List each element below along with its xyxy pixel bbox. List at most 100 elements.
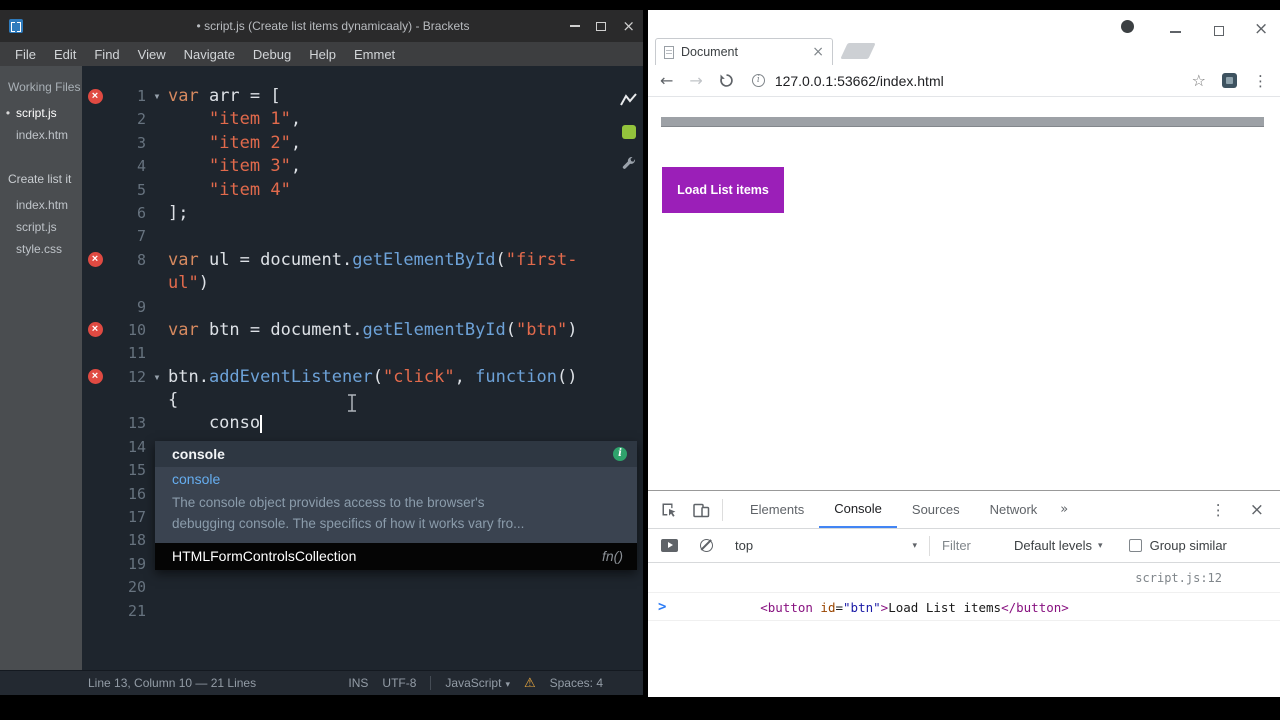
project-name[interactable]: Create list it (0, 146, 82, 194)
load-list-items-button[interactable]: Load List items (662, 167, 784, 213)
devtools-menu-icon[interactable]: ⋮ (1211, 501, 1226, 519)
code-line[interactable]: 11 (82, 342, 615, 365)
device-toolbar-icon[interactable] (692, 501, 710, 519)
menu-item-emmet[interactable]: Emmet (345, 47, 404, 62)
devtools-close-icon[interactable]: × (1250, 500, 1264, 520)
autocomplete-selected-item[interactable]: console i (155, 441, 637, 467)
code-editor[interactable]: × 1 ▾ var arr = [2 "item 1", 3 "item 2", 4 "i… (82, 66, 643, 670)
group-similar-checkbox[interactable] (1128, 539, 1142, 552)
code-line[interactable]: × 8 var ul = document.getElementById("firs… (82, 249, 615, 272)
statusbar: Line 13, Column 10 — 21 Lines INS UTF-8 … (0, 670, 643, 695)
gutter-error-cell (82, 600, 108, 623)
browser-tab[interactable]: Document × (655, 38, 833, 65)
autocomplete-footer-item[interactable]: HTMLFormControlsCollection fn() (155, 543, 637, 570)
maximize-button[interactable] (596, 21, 607, 31)
info-icon[interactable]: i (613, 447, 627, 461)
working-file-item[interactable]: index.htm (0, 124, 82, 146)
code-line[interactable]: 20 (82, 576, 615, 599)
gutter-error-cell (82, 389, 108, 412)
encoding[interactable]: UTF-8 (382, 676, 416, 690)
gutter-error-cell (82, 506, 108, 529)
browser-maximize-button[interactable] (1214, 26, 1224, 36)
insert-mode[interactable]: INS (348, 676, 368, 690)
navigation-toolbar: ← → i 127.0.0.1:53662/index.html ☆ ⋮ (648, 65, 1280, 97)
code-line[interactable]: 4 "item 3", (82, 155, 615, 178)
gutter-error-cell: × (82, 366, 108, 389)
devtools-tab-sources[interactable]: Sources (897, 491, 975, 528)
browser-topbar[interactable]: × (648, 10, 1280, 38)
code-line[interactable]: 6]; (82, 202, 615, 225)
forward-icon[interactable]: → (689, 71, 702, 90)
code-line[interactable]: 21 (82, 600, 615, 623)
reload-icon[interactable] (719, 73, 734, 88)
fold-arrow-icon[interactable]: ▾ (146, 366, 168, 389)
brackets-titlebar[interactable]: • script.js (Create list items dynamicaa… (0, 10, 643, 42)
log-levels-selector[interactable]: Default levels ▾ (1014, 538, 1103, 553)
menu-item-edit[interactable]: Edit (45, 47, 85, 62)
gutter-error-cell (82, 272, 108, 295)
lint-warning-icon[interactable]: ⚠ (524, 676, 536, 691)
fold-arrow-icon[interactable]: ▾ (146, 85, 168, 108)
spaces-setting[interactable]: Spaces: 4 (550, 676, 603, 690)
line-number: 21 (127, 601, 146, 620)
menu-item-view[interactable]: View (129, 47, 175, 62)
profile-icon[interactable] (1121, 20, 1134, 33)
devtools-tab-elements[interactable]: Elements (735, 491, 819, 528)
bookmark-star-icon[interactable]: ☆ (1192, 71, 1206, 90)
code-line[interactable]: 2 "item 1", (82, 108, 615, 131)
menu-item-file[interactable]: File (6, 47, 45, 62)
clear-console-icon[interactable] (700, 539, 713, 552)
code-line[interactable]: 9 (82, 296, 615, 319)
gutter-error-cell (82, 296, 108, 319)
gutter-error-cell (82, 436, 108, 459)
log-source-link[interactable]: script.js:12 (1135, 563, 1222, 593)
browser-minimize-button[interactable] (1170, 31, 1181, 33)
minimize-button[interactable] (570, 25, 581, 27)
project-file-item[interactable]: style.css (0, 238, 82, 260)
context-selector[interactable]: top ▾ (735, 538, 917, 553)
language-selector[interactable]: JavaScript ▾ (445, 676, 510, 690)
back-icon[interactable]: ← (660, 71, 673, 90)
close-button[interactable]: × (622, 18, 635, 34)
fold-gutter-cell (146, 108, 168, 131)
inspect-element-icon[interactable] (660, 501, 678, 519)
menu-item-find[interactable]: Find (85, 47, 128, 62)
code-line[interactable]: 5 "item 4" (82, 179, 615, 202)
code-line[interactable]: × 12 ▾ btn.addEventListener("click", functi… (82, 366, 615, 389)
line-number: 5 (136, 180, 146, 199)
error-icon: × (87, 252, 103, 268)
project-file-item[interactable]: index.htm (0, 194, 82, 216)
project-file-item[interactable]: script.js (0, 216, 82, 238)
wrench-icon[interactable] (621, 156, 637, 172)
console-sidebar-icon[interactable] (661, 539, 678, 552)
code-line[interactable]: × 1 ▾ var arr = [ (82, 85, 615, 108)
filter-input[interactable] (942, 538, 1004, 553)
extension-manager-icon[interactable] (622, 125, 636, 139)
browser-menu-icon[interactable]: ⋮ (1253, 72, 1268, 90)
console-log-row[interactable]: <button id="btn">Load List items</button… (648, 563, 1280, 615)
menu-item-debug[interactable]: Debug (244, 47, 300, 62)
devtools-tab-console[interactable]: Console (819, 491, 897, 528)
devtools-tab-network[interactable]: Network (975, 491, 1053, 528)
page-gray-bar (661, 117, 1264, 127)
address-bar[interactable]: 127.0.0.1:53662/index.html (775, 73, 944, 89)
code-line[interactable]: 3 "item 2", (82, 132, 615, 155)
browser-close-button[interactable]: × (1254, 21, 1268, 38)
devtools-tabs: Elements Console Sources Network (735, 491, 1052, 528)
menu-item-help[interactable]: Help (300, 47, 345, 62)
menu-item-navigate[interactable]: Navigate (175, 47, 244, 62)
code-line[interactable]: × 10 var btn = document.getElementById("bt… (82, 319, 615, 342)
more-tabs-icon[interactable]: » (1052, 502, 1076, 517)
working-file-item[interactable]: • script.js (0, 102, 82, 124)
code-line[interactable]: ul") (82, 272, 615, 295)
code-line[interactable]: 7 (82, 225, 615, 248)
tab-close-icon[interactable]: × (812, 45, 824, 59)
new-tab-button[interactable] (840, 43, 876, 59)
gutter-error-cell (82, 529, 108, 552)
site-info-icon[interactable]: i (751, 74, 765, 87)
live-preview-icon[interactable] (620, 92, 638, 108)
line-number: 4 (136, 157, 146, 176)
code-line[interactable]: 13 conso (82, 412, 615, 435)
line-number: 18 (127, 531, 146, 550)
extension-icon[interactable] (1222, 73, 1237, 88)
